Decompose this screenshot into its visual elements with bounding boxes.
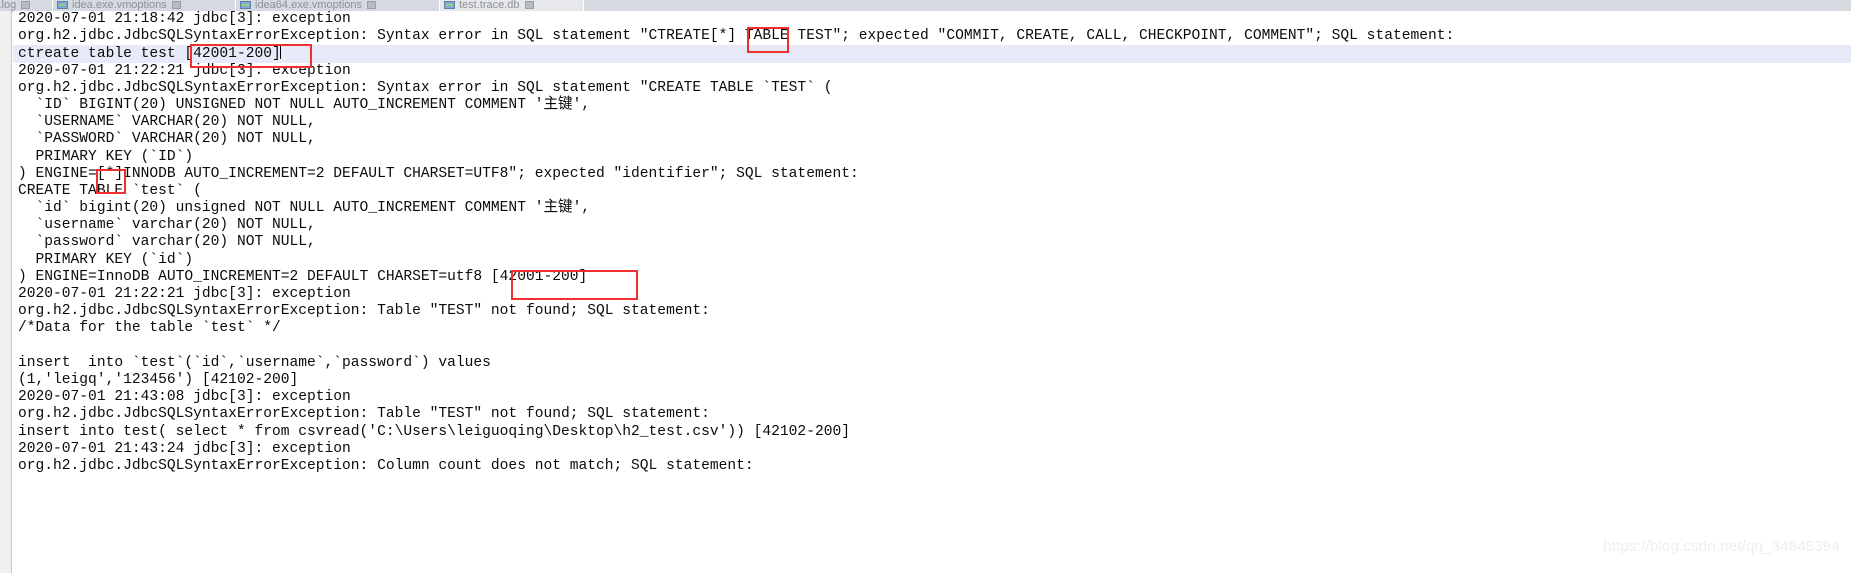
close-icon[interactable] bbox=[21, 1, 31, 9]
log-line: `id` bigint(20) unsigned NOT NULL AUTO_I… bbox=[18, 200, 591, 217]
log-line: org.h2.jdbc.JdbcSQLSyntaxErrorException:… bbox=[18, 79, 833, 96]
log-line: 2020-07-01 21:18:42 jdbc[3]: exception bbox=[18, 11, 351, 27]
editor-tab-0[interactable]: ange.log bbox=[0, 0, 53, 11]
log-line: 2020-07-01 21:22:21 jdbc[3]: exception bbox=[18, 62, 351, 79]
log-line: CREATE TABLE `test` ( bbox=[18, 182, 202, 199]
log-line: org.h2.jdbc.JdbcSQLSyntaxErrorException:… bbox=[18, 406, 710, 423]
log-content: 2020-07-01 21:18:42 jdbc[3]: exception o… bbox=[13, 11, 1851, 475]
log-line: 2020-07-01 21:22:21 jdbc[3]: exception bbox=[18, 286, 351, 302]
file-icon bbox=[240, 1, 251, 9]
log-line: org.h2.jdbc.JdbcSQLSyntaxErrorException:… bbox=[18, 457, 754, 474]
editor-tab-label: ange.log bbox=[0, 0, 17, 11]
editor-tab-2[interactable]: idea64.exe.vmoptions bbox=[236, 0, 440, 11]
editor-tab-label: test.trace.db bbox=[459, 0, 520, 11]
editor-text-area[interactable]: 2020-07-01 21:18:42 jdbc[3]: exception o… bbox=[13, 11, 1851, 575]
log-line-caret: ctreate table test [42001-200] bbox=[13, 45, 1851, 63]
close-icon[interactable] bbox=[367, 1, 377, 9]
log-line: `USERNAME` VARCHAR(20) NOT NULL, bbox=[18, 114, 316, 131]
close-icon[interactable] bbox=[524, 1, 534, 9]
log-line: insert into `test`(`id`,`username`,`pass… bbox=[18, 354, 491, 371]
close-icon[interactable] bbox=[171, 1, 181, 9]
log-line-text: ctreate table test [42001-200] bbox=[18, 46, 281, 63]
editor-gutter[interactable] bbox=[0, 11, 12, 575]
editor-window: ange.log idea.exe.vmoptions idea64.exe.v… bbox=[0, 0, 1851, 575]
editor-tab-1[interactable]: idea.exe.vmoptions bbox=[53, 0, 236, 11]
file-icon bbox=[444, 1, 455, 9]
log-line: org.h2.jdbc.JdbcSQLSyntaxErrorException:… bbox=[18, 303, 710, 320]
log-line: (1,'leigq','123456') [42102-200] bbox=[18, 371, 299, 388]
editor-tab-test-trace-db[interactable]: test.trace.db bbox=[440, 0, 584, 11]
file-icon bbox=[57, 1, 68, 9]
editor-tab-label: idea.exe.vmoptions bbox=[72, 0, 167, 11]
text-caret bbox=[279, 45, 281, 60]
log-line: org.h2.jdbc.JdbcSQLSyntaxErrorException:… bbox=[18, 28, 1455, 45]
log-line-blank bbox=[13, 338, 1851, 355]
log-line: 2020-07-01 21:43:24 jdbc[3]: exception bbox=[18, 440, 351, 457]
editor-tab-label: idea64.exe.vmoptions bbox=[255, 0, 363, 11]
log-line: `password` varchar(20) NOT NULL, bbox=[18, 234, 316, 251]
log-line: `ID` BIGINT(20) UNSIGNED NOT NULL AUTO_I… bbox=[18, 96, 591, 113]
log-line: PRIMARY KEY (`id`) bbox=[18, 251, 194, 268]
watermark: https://blog.csdn.net/qq_34845394 bbox=[1603, 538, 1840, 555]
log-line: `username` varchar(20) NOT NULL, bbox=[18, 217, 316, 234]
log-line: insert into test( select * from csvread(… bbox=[18, 423, 850, 440]
log-line: PRIMARY KEY (`ID`) bbox=[18, 148, 194, 165]
log-line: /*Data for the table `test` */ bbox=[18, 320, 281, 337]
log-line: ) ENGINE=[*]INNODB AUTO_INCREMENT=2 DEFA… bbox=[18, 165, 859, 182]
log-line: ) ENGINE=InnoDB AUTO_INCREMENT=2 DEFAULT… bbox=[18, 268, 588, 285]
log-line: 2020-07-01 21:43:08 jdbc[3]: exception bbox=[18, 389, 351, 406]
log-line: `PASSWORD` VARCHAR(20) NOT NULL, bbox=[18, 131, 316, 148]
